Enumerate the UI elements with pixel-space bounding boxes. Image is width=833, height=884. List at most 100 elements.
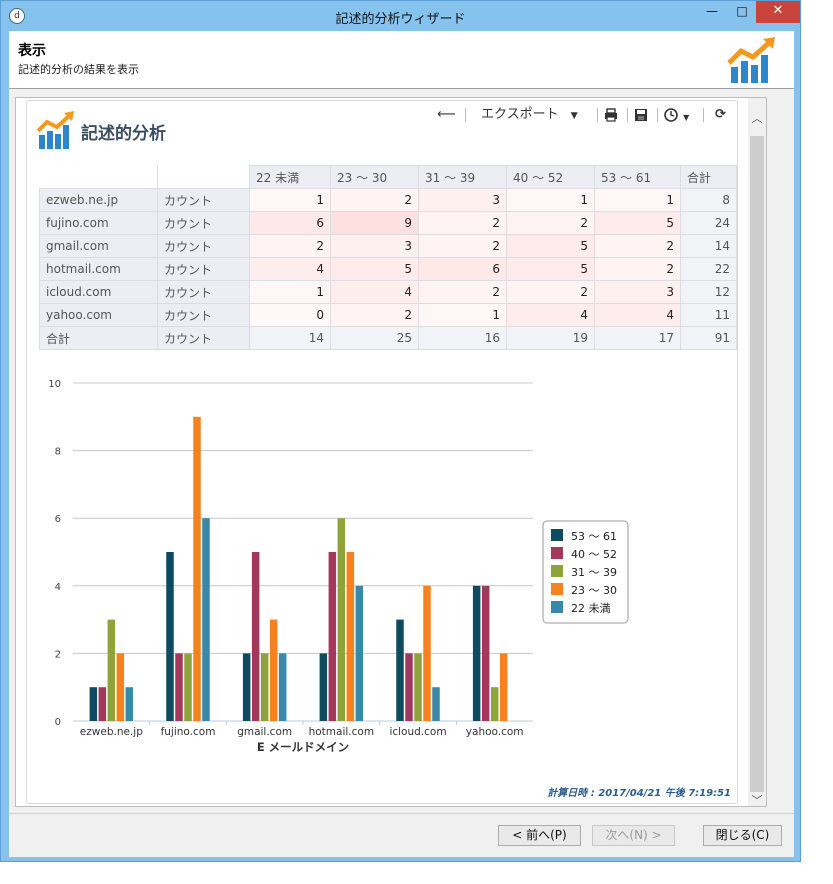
close-button[interactable]: 閉じる(C) (703, 825, 782, 846)
bar (423, 585, 431, 721)
row-label: gmail.com (39, 234, 158, 258)
calculation-time: 計算日時 : 2017/04/21 午後 7:19:51 (547, 788, 731, 799)
column-header: 40 ～ 52 (506, 165, 595, 189)
table-cell: 2 (330, 188, 419, 212)
table-cell: 5 (506, 257, 595, 281)
content-frame: 記述的分析 ⟵ エクスポート ▼ ▼ ⟳ 22 未満 23 ～ 30 31 ～ … (15, 97, 767, 807)
next-button[interactable]: 次へ(N) > (592, 825, 675, 846)
table-cell: 9 (330, 211, 419, 235)
table-cell: 6 (418, 257, 507, 281)
table-corner (157, 165, 250, 189)
table-cell: 6 (249, 211, 331, 235)
legend-label: 31 ～ 39 (571, 566, 617, 579)
measure-label: カウント (157, 234, 250, 258)
table-cell: 1 (249, 280, 331, 304)
chevron-down-icon: ▼ (570, 111, 578, 121)
bar (405, 653, 413, 721)
table-cell: 4 (249, 257, 331, 281)
bar (319, 653, 328, 721)
back-arrow-icon[interactable]: ⟵ (437, 105, 456, 125)
bar (251, 552, 260, 721)
table-row: gmail.com カウント 2 3 2 5 2 14 (39, 234, 737, 258)
refresh-icon[interactable]: ⟳ (715, 105, 726, 125)
table-cell: 16 (418, 326, 507, 350)
table-cell: 2 (249, 234, 331, 258)
column-header: 23 ～ 30 (330, 165, 419, 189)
y-tick-label: 2 (55, 649, 61, 660)
toolbar-separator (703, 108, 704, 122)
table-row: yahoo.com カウント 0 2 1 4 4 11 (39, 303, 737, 327)
table-cell: 1 (249, 188, 331, 212)
bar-chart: 0 2 4 6 8 10 ezweb.ne.jp fujino.com gmail.com hot… (48, 379, 629, 754)
minimize-button[interactable]: — (698, 1, 726, 23)
table-cell: 2 (418, 211, 507, 235)
table-cell: 4 (330, 280, 419, 304)
x-tick-label: ezweb.ne.jp (80, 726, 143, 738)
print-icon[interactable] (603, 105, 619, 125)
legend-swatch (551, 601, 563, 613)
legend-label: 23 ～ 30 (571, 584, 617, 597)
footer-divider (9, 813, 794, 814)
page-title: 表示 (18, 43, 46, 59)
y-tick-label: 4 (55, 582, 61, 593)
row-total: 12 (680, 280, 737, 304)
row-label: ezweb.ne.jp (39, 188, 158, 212)
bar (472, 585, 481, 721)
column-header: 22 未満 (249, 165, 331, 189)
table-cell: 4 (594, 303, 681, 327)
bar (337, 518, 346, 721)
table-row: hotmail.com カウント 4 5 6 5 2 22 (39, 257, 737, 281)
bar (89, 687, 98, 721)
client-area: 表示 記述的分析の結果を表示 記述的分析 ⟵ エクスポート ▼ ▼ ⟳ 22 未… (9, 31, 794, 857)
toolbar-separator (597, 108, 598, 122)
legend-swatch (551, 565, 563, 577)
legend-label: 40 ～ 52 (571, 548, 617, 561)
measure-label: カウント (157, 188, 250, 212)
toolbar-separator (627, 108, 628, 122)
close-window-button[interactable]: ✕ (756, 1, 800, 23)
bar (499, 653, 508, 721)
table-cell: 1 (594, 188, 681, 212)
scroll-down-icon[interactable]: ﹀ (748, 792, 766, 810)
maximize-button[interactable]: □ (728, 1, 756, 23)
bar (107, 619, 116, 721)
table-row: icloud.com カウント 1 4 2 2 3 12 (39, 280, 737, 304)
bar (98, 687, 107, 721)
export-button[interactable]: エクスポート ▼ (481, 105, 578, 125)
table-cell: 25 (330, 326, 419, 350)
scroll-up-icon[interactable]: ︿ (748, 110, 766, 128)
vertical-scrollbar[interactable]: ︿ ﹀ (748, 98, 766, 807)
bar (125, 687, 134, 721)
legend-swatch (551, 547, 563, 559)
clock-icon[interactable]: ▼ (663, 105, 689, 125)
table-cell: 2 (506, 211, 595, 235)
bar (355, 585, 364, 721)
table-cell: 2 (418, 280, 507, 304)
analytics-logo-icon (727, 37, 775, 83)
table-cell: 2 (594, 257, 681, 281)
table-cell: 4 (506, 303, 595, 327)
measure-label: カウント (157, 211, 250, 235)
table-cell: 2 (594, 234, 681, 258)
row-label: 合計 (39, 326, 158, 350)
scroll-thumb[interactable] (750, 136, 764, 792)
prev-button[interactable]: < 前へ(P) (498, 825, 581, 846)
column-header: 合計 (680, 165, 737, 189)
chevron-down-icon: ▼ (683, 113, 690, 122)
measure-label: カウント (157, 280, 250, 304)
row-total: 8 (680, 188, 737, 212)
toolbar-separator (465, 108, 466, 122)
y-tick-label: 0 (55, 717, 61, 728)
export-label: エクスポート (481, 107, 559, 122)
legend-swatch (551, 529, 563, 541)
wizard-window: d 記述的分析ウィザード — □ ✕ 表示 記述的分析の結果を表示 記述的分析 … (0, 0, 801, 862)
table-cell: 2 (506, 280, 595, 304)
table-cell: 2 (418, 234, 507, 258)
pivot-table: 22 未満 23 ～ 30 31 ～ 39 40 ～ 52 53 ～ 61 合計… (39, 165, 737, 350)
save-icon[interactable] (633, 105, 649, 125)
analysis-panel: 記述的分析 ⟵ エクスポート ▼ ▼ ⟳ 22 未満 23 ～ 30 31 ～ … (26, 100, 738, 804)
table-cell: 14 (249, 326, 331, 350)
legend-label: 53 ～ 61 (571, 530, 617, 543)
table-cell: 3 (594, 280, 681, 304)
x-tick-label: icloud.com (389, 726, 446, 738)
